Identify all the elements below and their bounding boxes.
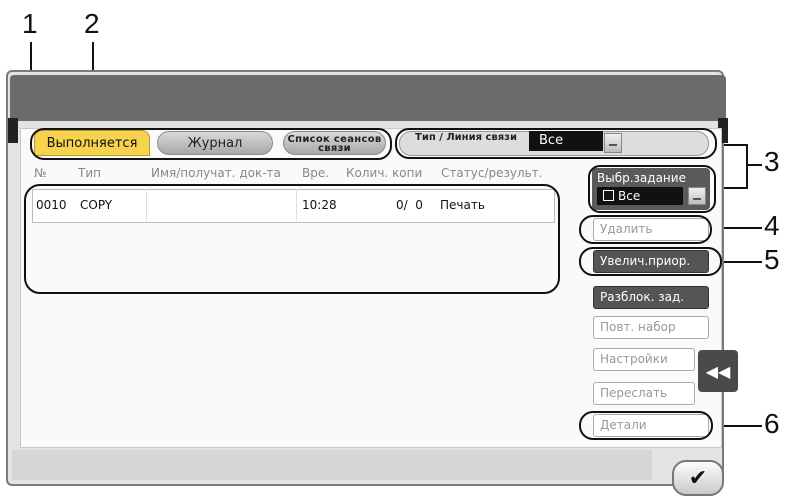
callout-3: 3 xyxy=(764,146,780,177)
left-edge-strip xyxy=(8,118,18,143)
double-chevron-left-icon[interactable]: ◀◀ xyxy=(698,350,738,392)
callout-ring-list xyxy=(24,184,560,294)
forward-button[interactable]: Переслать xyxy=(593,382,695,405)
callout-1: 1 xyxy=(22,8,38,39)
release-job-button[interactable]: Разблок. зад. xyxy=(593,286,709,309)
bottom-bar xyxy=(12,450,652,480)
leader-line-3 xyxy=(746,144,748,188)
callout-2: 2 xyxy=(84,8,100,39)
column-header-count: Колич. копи xyxy=(346,166,423,180)
callout-6: 6 xyxy=(764,408,780,439)
column-header-type: Тип xyxy=(78,166,101,180)
callout-4: 4 xyxy=(764,210,780,241)
callout-5: 5 xyxy=(764,244,780,275)
column-header-time: Вре. xyxy=(302,166,330,180)
leader-line-5 xyxy=(722,261,762,263)
leader-line-3c xyxy=(746,164,762,166)
callout-ring-details xyxy=(579,411,713,440)
column-header-number: № xyxy=(34,166,47,180)
callout-ring-select xyxy=(588,165,716,213)
callout-ring-delete xyxy=(579,215,712,244)
title-band xyxy=(10,75,726,121)
column-header-status: Статус/результ. xyxy=(441,166,543,180)
callout-ring-tabs xyxy=(30,128,392,160)
column-header-name: Имя/получат. док-та xyxy=(151,166,281,180)
callout-ring-filter xyxy=(395,128,717,159)
callout-ring-priority xyxy=(579,247,722,276)
redial-button[interactable]: Повт. набор xyxy=(593,316,709,339)
checkmark-icon[interactable]: ✔ xyxy=(672,460,724,496)
settings-button[interactable]: Настройки xyxy=(593,348,695,371)
